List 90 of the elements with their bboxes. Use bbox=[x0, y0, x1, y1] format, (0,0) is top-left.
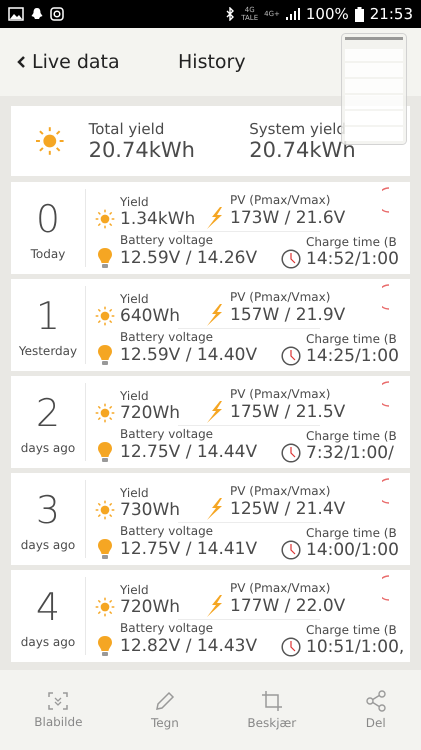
field-label: Charge time (B bbox=[305, 429, 397, 443]
field-label: PV (Pmax/Vmax) bbox=[229, 581, 332, 595]
history-day-card[interactable]: 3 days ago Yield 730Wh PV (Pmax/Vmax) 125W / 21.4V Battery voltage 12.75V / 14.41V Charge time (B 14:00/1:00 bbox=[11, 473, 410, 565]
day-label: days ago bbox=[20, 635, 76, 649]
gauge-arc-icon bbox=[382, 381, 390, 407]
charge-time-value: 14:52/1:00 bbox=[306, 249, 399, 269]
sun-icon bbox=[94, 500, 116, 520]
charge-time-value: 7:32/1:00/ bbox=[306, 443, 394, 463]
field-label: Battery voltage bbox=[119, 330, 214, 344]
clock-icon bbox=[280, 443, 302, 463]
yield-value: 1.34kWh bbox=[120, 209, 196, 229]
day-label: days ago bbox=[20, 538, 76, 552]
history-day-card[interactable]: 4 days ago Yield 720Wh PV (Pmax/Vmax) 177W / 22.0V Battery voltage 12.82V / 14.43V Charge time (B 10:51/1:00, bbox=[11, 570, 410, 662]
bluetooth-icon bbox=[225, 7, 236, 21]
field-label: Battery voltage bbox=[119, 524, 214, 538]
summary-label: Total yield bbox=[88, 120, 166, 138]
clock-icon bbox=[280, 249, 302, 269]
battery-value: 12.59V / 14.40V bbox=[120, 345, 258, 365]
battery-value: 12.75V / 14.41V bbox=[120, 539, 258, 559]
gauge-arc-icon bbox=[382, 478, 390, 504]
gauge-arc-icon bbox=[382, 187, 390, 213]
field-label: Battery voltage bbox=[119, 233, 214, 247]
pv-value: 173W / 21.6V bbox=[230, 208, 346, 228]
clock-icon bbox=[280, 540, 302, 560]
clock-icon bbox=[280, 637, 302, 657]
battery-value: 12.59V / 14.26V bbox=[120, 248, 258, 268]
sun-icon bbox=[94, 209, 116, 229]
field-label: Yield bbox=[119, 583, 150, 597]
back-chevron-icon bbox=[16, 55, 26, 69]
battery-percent: 100% bbox=[306, 5, 349, 23]
field-label: Yield bbox=[119, 486, 150, 500]
day-number: 1 bbox=[36, 293, 60, 340]
field-label: Yield bbox=[119, 292, 150, 306]
day-number: 0 bbox=[36, 196, 60, 243]
back-link[interactable]: Live data bbox=[16, 51, 178, 73]
day-label: days ago bbox=[20, 441, 76, 455]
yield-value: 640Wh bbox=[120, 306, 180, 326]
history-day-card[interactable]: 0 Today Yield 1.34kWh PV (Pmax/Vmax) 173W / 21.6V Battery voltage 12.59V / 14.26V Charge time (B 14:52/1:00 bbox=[11, 182, 410, 274]
yield-value: 730Wh bbox=[120, 500, 180, 520]
pv-value: 157W / 21.9V bbox=[230, 305, 346, 325]
field-label: Charge time (B bbox=[305, 332, 398, 346]
field-label: PV (Pmax/Vmax) bbox=[229, 484, 332, 498]
camera-icon bbox=[50, 7, 64, 21]
field-label: Battery voltage bbox=[119, 427, 214, 441]
field-label: Yield bbox=[119, 195, 150, 209]
field-label: Charge time (B bbox=[305, 235, 398, 249]
sun-icon bbox=[35, 126, 65, 156]
summary-label: System yield bbox=[249, 120, 347, 138]
battery-icon bbox=[354, 6, 364, 22]
charge-time-value: 14:00/1:00 bbox=[306, 540, 399, 560]
scroll-capture-icon bbox=[47, 691, 70, 711]
charge-time-value: 10:51/1:00, bbox=[306, 637, 404, 657]
clock-icon bbox=[280, 346, 302, 366]
day-label: Today bbox=[30, 247, 66, 261]
field-label: Battery voltage bbox=[119, 621, 214, 635]
gallery-icon bbox=[8, 7, 24, 21]
day-number: 3 bbox=[36, 487, 60, 534]
summary-value: 20.74kWh bbox=[249, 138, 357, 162]
day-label: Yesterday bbox=[18, 344, 78, 358]
pencil-icon bbox=[154, 690, 176, 712]
crop-icon bbox=[260, 690, 283, 712]
field-label: Yield bbox=[119, 389, 150, 403]
yield-value: 720Wh bbox=[120, 597, 180, 617]
pv-value: 177W / 22.0V bbox=[230, 596, 346, 616]
battery-value: 12.82V / 14.43V bbox=[120, 636, 258, 656]
history-day-card[interactable]: 2 days ago Yield 720Wh PV (Pmax/Vmax) 175W / 21.5V Battery voltage 12.75V / 14.44V Charge time (B 7:32/1:00/ bbox=[11, 376, 410, 468]
charge-time-value: 14:25/1:00 bbox=[306, 346, 399, 366]
gauge-arc-icon bbox=[382, 575, 390, 601]
field-label: Charge time (B bbox=[305, 526, 398, 540]
battery-value: 12.75V / 14.44V bbox=[120, 442, 258, 462]
sun-icon bbox=[94, 403, 116, 423]
signal-icon bbox=[286, 8, 300, 20]
field-label: PV (Pmax/Vmax) bbox=[229, 290, 332, 304]
gauge-arc-icon bbox=[382, 284, 390, 310]
share-icon bbox=[364, 690, 387, 712]
summary-value: 20.74kWh bbox=[88, 138, 196, 162]
day-number: 2 bbox=[36, 390, 60, 437]
page-title: History bbox=[178, 51, 246, 73]
sun-icon bbox=[94, 306, 116, 326]
ghost-icon bbox=[30, 7, 44, 21]
yield-value: 720Wh bbox=[120, 403, 180, 423]
field-label: PV (Pmax/Vmax) bbox=[229, 387, 332, 401]
field-label: Charge time (B bbox=[305, 623, 398, 637]
day-number: 4 bbox=[36, 584, 60, 631]
field-label: PV (Pmax/Vmax) bbox=[229, 193, 332, 207]
sun-icon bbox=[94, 597, 116, 617]
pv-value: 125W / 21.4V bbox=[230, 499, 346, 519]
clock-time: 21:53 bbox=[370, 5, 413, 23]
history-day-card[interactable]: 1 Yesterday Yield 640Wh PV (Pmax/Vmax) 157W / 21.9V Battery voltage 12.59V / 14.40V Charge time (B 14:25/1:00 bbox=[11, 279, 410, 371]
pv-value: 175W / 21.5V bbox=[230, 402, 346, 422]
